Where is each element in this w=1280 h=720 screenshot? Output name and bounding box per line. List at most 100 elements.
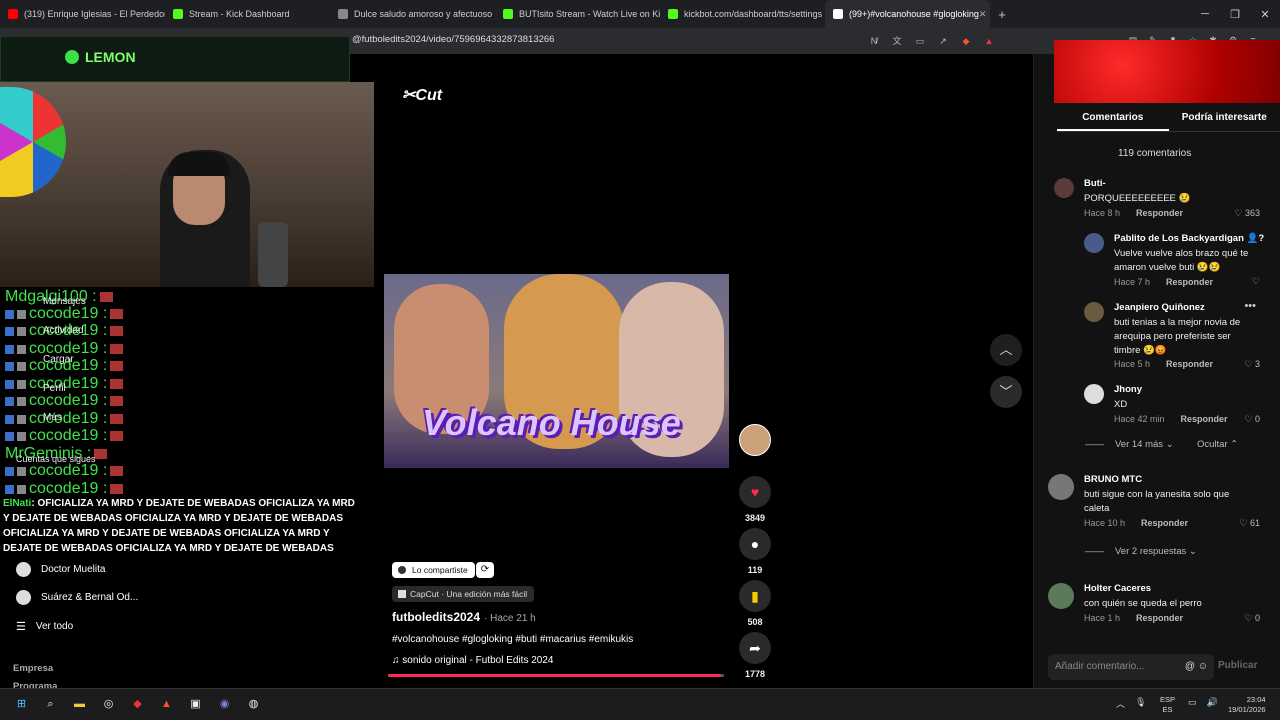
file-explorer-icon[interactable]: ▬ — [70, 695, 89, 714]
comment-time: Hace 8 h — [1084, 208, 1121, 218]
publish-button[interactable]: Publicar — [1218, 660, 1257, 671]
obs-icon[interactable]: ◎ — [99, 695, 118, 714]
footer-empresa[interactable]: Empresa — [13, 663, 53, 674]
url-field[interactable]: @futboledits2024/video/75969643328738132… — [352, 34, 554, 45]
ver-mas-button[interactable]: Ver 14 más ⌄ — [1115, 439, 1174, 450]
search-icon[interactable]: ⌕ — [41, 695, 60, 714]
video-sound[interactable]: ♫ sonido original - Futbol Edits 2024 — [392, 655, 553, 666]
reply-button[interactable]: Responder — [1166, 359, 1213, 369]
avatar — [16, 562, 31, 577]
chevron-up-icon[interactable]: ︿ — [1116, 697, 1125, 710]
share-icon[interactable]: ↗ — [935, 33, 951, 49]
ocultar-button[interactable]: Ocultar ⌃ — [1197, 439, 1238, 450]
ver-todo-link[interactable]: ☰ Ver todo — [16, 620, 73, 633]
comment-author[interactable]: Pablito de Los Backyardigan 👤? — [1114, 233, 1264, 244]
red-app-icon[interactable]: ◆ — [128, 695, 147, 714]
nav-mas[interactable]: Más — [43, 412, 62, 423]
tab-youtube[interactable]: (319) Enrique Iglesias - El Perdedor ( — [0, 0, 165, 28]
tab-comentarios[interactable]: Comentarios — [1057, 108, 1169, 131]
tab-butisito-stream[interactable]: BUTIsito Stream - Watch Live on Kick — [495, 0, 660, 28]
video-player[interactable]: Volcano House — [384, 274, 729, 468]
badge-icon — [5, 431, 14, 441]
reply-button[interactable]: Responder — [1136, 613, 1183, 623]
translate-icon[interactable]: 文 — [889, 33, 905, 49]
add-comment-input[interactable]: Añadir comentario... @ ☺ — [1048, 654, 1214, 680]
ver-respuestas-button[interactable]: Ver 2 respuestas ⌄ — [1115, 546, 1197, 557]
avatar[interactable] — [1084, 384, 1104, 404]
brave-browser-icon[interactable]: ▲ — [157, 695, 176, 714]
nav-mensajes[interactable]: Mensajes — [43, 296, 86, 307]
brave-rewards-icon[interactable]: ▲ — [981, 33, 997, 49]
capcut-badge[interactable]: CapCut · Una edición más fácil — [392, 586, 535, 602]
comment-action[interactable]: ● 119 — [738, 528, 772, 575]
reply-button[interactable]: Responder — [1136, 208, 1183, 218]
window-icon[interactable]: ▣ — [186, 695, 205, 714]
brave-shield-icon[interactable]: ◆ — [958, 33, 974, 49]
list-icon: ☰ — [16, 621, 26, 633]
system-clock[interactable]: 23:04 19/01/2026 — [1228, 695, 1266, 715]
following-item[interactable]: Doctor Muelita — [16, 562, 105, 577]
like-button[interactable]: ♡ 3 — [1244, 359, 1260, 370]
previous-video-button[interactable]: ︿ — [990, 334, 1022, 366]
nav-cargar[interactable]: Cargar — [43, 354, 74, 365]
close-window-icon[interactable]: ✕ — [1250, 8, 1280, 21]
avatar[interactable] — [1084, 233, 1104, 253]
comment-author[interactable]: Jeanpiero Quiñonez — [1114, 302, 1205, 313]
divider-line: —— — [1085, 546, 1104, 557]
comment-author[interactable]: Jhony — [1114, 384, 1142, 395]
video-progress-bar[interactable] — [388, 674, 724, 677]
comment-author[interactable]: Buti- — [1084, 178, 1106, 189]
tab-kickbot[interactable]: kickbot.com/dashboard/tts/settings — [660, 0, 825, 28]
nav-actividad[interactable]: Actividad — [43, 325, 84, 336]
shared-pill[interactable]: Lo compartiste — [392, 562, 475, 578]
reply-button[interactable]: Responder — [1141, 518, 1188, 528]
like-button[interactable]: ♡ — [1252, 276, 1260, 287]
like-button[interactable]: ♡ 363 — [1234, 208, 1260, 219]
mic-icon[interactable]: 🎙 — [1135, 697, 1146, 710]
author-name[interactable]: futboledits2024 — [392, 610, 480, 624]
tab-kick-dashboard[interactable]: Stream - Kick Dashboard — [165, 0, 330, 28]
clock-date: 19/01/2026 — [1228, 705, 1266, 714]
like-action[interactable]: ♥ 3849 — [738, 476, 772, 523]
restore-icon[interactable]: ❐ — [1220, 8, 1250, 21]
language-indicator[interactable]: ESP ES — [1160, 695, 1175, 715]
emoji-icon[interactable]: ☺ — [1198, 661, 1208, 672]
like-button[interactable]: ♡ 61 — [1239, 518, 1260, 529]
add-comment-placeholder: Añadir comentario... — [1055, 661, 1145, 672]
no-translate-icon[interactable]: N̸ — [866, 33, 882, 49]
next-video-button[interactable]: ﹀ — [990, 376, 1022, 408]
like-button[interactable]: ♡ 0 — [1244, 613, 1260, 624]
tab-dulce-saludo[interactable]: Dulce saludo amoroso y afectuoso | — [330, 0, 495, 28]
following-item[interactable]: Suárez & Bernal Od... — [16, 590, 138, 605]
video-hashtags[interactable]: #volcanohouse #glogloking #buti #macariu… — [392, 634, 633, 645]
reply-button[interactable]: Responder — [1181, 414, 1228, 424]
repost-icon[interactable]: ⟳ — [476, 562, 494, 578]
author-avatar[interactable] — [739, 424, 771, 456]
nav-perfil[interactable]: Perfil — [43, 383, 66, 394]
avatar[interactable] — [1084, 302, 1104, 322]
tab-podria-interesarte[interactable]: Podría interesarte — [1169, 108, 1280, 131]
minimize-icon[interactable]: ─ — [1190, 8, 1220, 21]
new-tab-button[interactable]: + — [990, 7, 1014, 22]
network-icon[interactable]: ▭ — [1188, 697, 1197, 708]
discord-icon[interactable]: ◉ — [215, 695, 234, 714]
avatar[interactable] — [1048, 583, 1074, 609]
like-count: 0 — [1254, 613, 1260, 623]
app-icon[interactable]: ◍ — [244, 695, 263, 714]
comment-author[interactable]: BRUNO MTC — [1084, 474, 1142, 485]
tab-tiktok-active[interactable]: (99+)#volcanohouse #glogloking ✕ — [825, 0, 990, 28]
avatar[interactable] — [1048, 474, 1074, 500]
windows-start-icon[interactable]: ⊞ — [12, 695, 31, 714]
close-tab-icon[interactable]: ✕ — [979, 9, 987, 20]
like-button[interactable]: ♡ 0 — [1244, 414, 1260, 425]
cast-icon[interactable]: ▭ — [912, 33, 928, 49]
comment-author[interactable]: Holter Caceres — [1084, 583, 1151, 594]
avatar[interactable] — [1054, 178, 1074, 198]
mention-icon[interactable]: @ — [1185, 661, 1195, 672]
share-action[interactable]: ➦ 1778 — [738, 632, 772, 679]
save-action[interactable]: ▮ 508 — [738, 580, 772, 627]
footer-programa[interactable]: Programa — [13, 681, 57, 688]
reply-button[interactable]: Responder — [1166, 277, 1213, 287]
volume-icon[interactable]: 🔊 — [1207, 697, 1218, 708]
more-options-icon[interactable]: ••• — [1244, 300, 1256, 312]
